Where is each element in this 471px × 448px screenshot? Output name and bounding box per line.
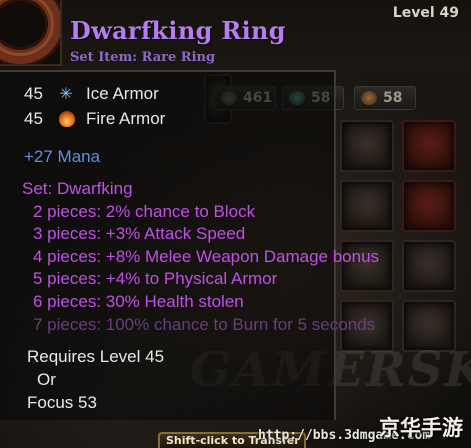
fire-resist-value: 58 — [383, 90, 403, 106]
set-bonus-line: 5 pieces: +4% to Physical Armor — [33, 269, 278, 288]
item-level: Level 49 — [392, 5, 459, 21]
set-title: Set: Dwarfking — [22, 179, 133, 198]
tooltip-header: Level 49 Dwarfking Ring Set Item: Rare R… — [62, 0, 471, 70]
mana-bonus: +27 Mana — [24, 147, 101, 166]
item-tooltip: 45 ✳ Ice Armor 45 Fire Armor +27 Mana Se… — [0, 70, 379, 420]
fire-resist-icon — [361, 91, 377, 105]
set-bonus-line: 3 pieces: +3% Attack Speed — [33, 224, 246, 243]
site-logo: 京华手游 — [379, 416, 463, 440]
set-bonus-line: 2 pieces: 2% chance to Block — [33, 202, 256, 221]
inventory-slot[interactable] — [402, 180, 456, 232]
requirement-or: Or — [37, 370, 56, 389]
item-type: Set Item: Rare Ring — [70, 50, 216, 65]
item-icon — [0, 0, 62, 66]
fire-resist-chip: 58 — [354, 86, 416, 110]
inventory-slot[interactable] — [340, 120, 394, 172]
set-bonus-line: 4 pieces: +8% Melee Weapon Damage bonus — [33, 247, 380, 266]
stat-value: 45 — [24, 109, 43, 128]
inventory-slot[interactable] — [340, 180, 394, 232]
stat-value: 45 — [24, 84, 43, 103]
requirement-focus: Focus 53 — [27, 393, 97, 412]
snowflake-icon: ✳ — [59, 84, 73, 103]
set-bonus-line-inactive: 7 pieces: 100% chance to Burn for 5 seco… — [33, 315, 376, 334]
set-bonus-line: 6 pieces: 30% Health stolen — [33, 292, 244, 311]
inventory-slot[interactable] — [402, 240, 456, 292]
requirement-level: Requires Level 45 — [27, 347, 165, 366]
stat-label: Ice Armor — [86, 84, 159, 103]
inventory-slot[interactable] — [402, 120, 456, 172]
item-name: Dwarfking Ring — [70, 16, 286, 45]
flame-icon — [59, 111, 75, 127]
stat-label: Fire Armor — [86, 109, 166, 128]
